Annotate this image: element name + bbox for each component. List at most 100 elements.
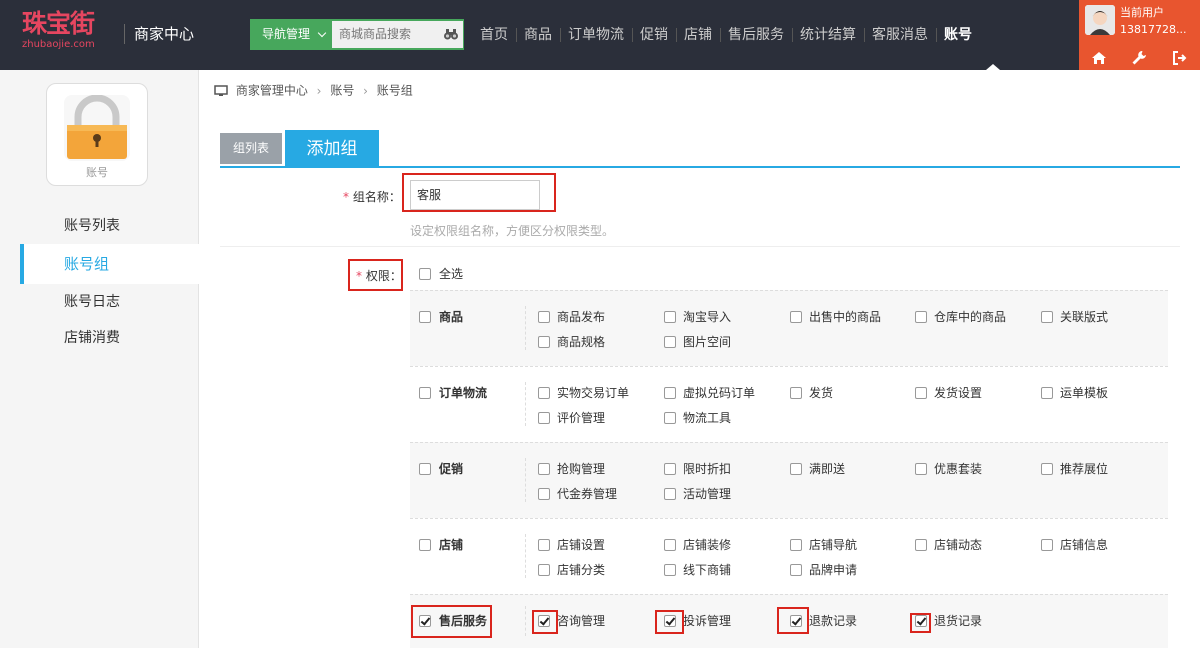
perm-checkbox[interactable] <box>915 463 927 475</box>
monitor-icon <box>214 84 228 96</box>
group-label-store: 店铺 <box>439 538 464 552</box>
perm-label: 推荐展位 <box>1060 462 1109 476</box>
perm-label: 图片空间 <box>683 335 732 349</box>
nav-item-goods[interactable]: 商品 <box>516 0 560 70</box>
perm-checkbox[interactable] <box>790 463 802 475</box>
binoculars-search-icon[interactable] <box>443 26 459 42</box>
nav-manage-label: 导航管理 <box>262 27 311 41</box>
perm-checkbox[interactable] <box>538 387 550 399</box>
divider <box>525 458 526 502</box>
select-all-checkbox[interactable] <box>419 268 431 280</box>
nav-item-service-messages[interactable]: 客服消息 <box>864 0 936 70</box>
perm-label: 物流工具 <box>683 411 732 425</box>
perm-label: 代金券管理 <box>557 487 618 501</box>
perm-checkbox[interactable] <box>538 311 550 323</box>
highlight-box <box>655 610 684 634</box>
sidebar-item-store-spending[interactable]: 店铺消费 <box>20 320 199 356</box>
wrench-icon[interactable] <box>1131 50 1147 66</box>
nav-item-statistics[interactable]: 统计结算 <box>792 0 864 70</box>
perm-checkbox[interactable] <box>538 539 550 551</box>
perm-checkbox[interactable] <box>790 539 802 551</box>
nav-item-store[interactable]: 店铺 <box>676 0 720 70</box>
account-module-label: 账号 <box>86 166 108 179</box>
perm-checkbox[interactable] <box>538 336 550 348</box>
nav-manage-button[interactable]: 导航管理 <box>251 20 331 49</box>
perm-checkbox[interactable] <box>915 311 927 323</box>
perm-checkbox[interactable] <box>790 387 802 399</box>
perm-checkbox[interactable] <box>790 564 802 576</box>
breadcrumb: 商家管理中心 › 账号 › 账号组 <box>214 80 413 100</box>
perm-checkbox[interactable] <box>538 564 550 576</box>
nav-item-home[interactable]: 首页 <box>472 0 516 70</box>
sidebar-item-account-list[interactable]: 账号列表 <box>20 208 199 244</box>
highlight-box <box>411 605 492 638</box>
breadcrumb-separator: › <box>316 83 322 98</box>
nav-item-promotion[interactable]: 促销 <box>632 0 676 70</box>
perm-checkbox[interactable] <box>664 412 676 424</box>
breadcrumb-current: 账号组 <box>376 83 413 98</box>
permission-group-promotion <box>410 442 1168 518</box>
highlight-box <box>532 610 558 634</box>
perm-checkbox[interactable] <box>1041 463 1053 475</box>
padlock-icon <box>64 94 130 161</box>
perm-checkbox[interactable] <box>915 539 927 551</box>
highlight-box <box>777 607 809 634</box>
tab-add-group[interactable]: 添加组 <box>285 130 379 166</box>
perm-label: 店铺设置 <box>557 538 606 552</box>
perm-checkbox[interactable] <box>664 387 676 399</box>
top-bar: 珠宝街 zhubaojie.com 商家中心 导航管理 首页 商品 订单物流 促… <box>0 0 1200 70</box>
perm-checkbox[interactable] <box>664 463 676 475</box>
sidebar-item-account-log[interactable]: 账号日志 <box>20 284 199 320</box>
group-checkbox-store[interactable] <box>419 539 431 551</box>
perm-checkbox[interactable] <box>538 412 550 424</box>
center-title: 商家中心 <box>134 25 195 43</box>
nav-item-after-sales[interactable]: 售后服务 <box>720 0 792 70</box>
perm-label: 实物交易订单 <box>557 386 630 400</box>
perm-checkbox[interactable] <box>664 539 676 551</box>
perm-label: 满即送 <box>809 462 846 476</box>
home-icon[interactable] <box>1091 51 1107 65</box>
tab-group-list[interactable]: 组列表 <box>220 133 282 164</box>
avatar[interactable] <box>1085 5 1115 35</box>
perm-label: 发货设置 <box>934 386 983 400</box>
permission-group-goods <box>410 290 1168 366</box>
logo[interactable]: 珠宝街 zhubaojie.com <box>22 10 106 56</box>
perm-checkbox[interactable] <box>915 387 927 399</box>
highlight-box <box>402 173 556 212</box>
perm-label: 咨询管理 <box>557 614 606 628</box>
perm-checkbox[interactable] <box>538 488 550 500</box>
perm-checkbox[interactable] <box>1041 387 1053 399</box>
perm-label: 发货 <box>809 386 834 400</box>
perm-checkbox[interactable] <box>664 488 676 500</box>
logout-icon[interactable] <box>1172 51 1188 65</box>
perm-checkbox[interactable] <box>1041 539 1053 551</box>
perm-checkbox[interactable] <box>790 311 802 323</box>
perm-checkbox[interactable] <box>538 463 550 475</box>
perm-label: 关联版式 <box>1060 310 1109 324</box>
divider <box>124 24 125 44</box>
group-checkbox-goods[interactable] <box>419 311 431 323</box>
perm-label: 运单模板 <box>1060 386 1109 400</box>
perm-label: 店铺动态 <box>934 538 983 552</box>
perm-checkbox[interactable] <box>664 336 676 348</box>
group-checkbox-promotion[interactable] <box>419 463 431 475</box>
user-panel: 当前用户 13817728... <box>1079 0 1200 70</box>
perm-label: 限时折扣 <box>683 462 732 476</box>
user-phone[interactable]: 13817728... <box>1120 23 1186 37</box>
perm-label: 淘宝导入 <box>683 310 732 324</box>
sidebar-item-account-group[interactable]: 账号组 <box>20 244 199 284</box>
breadcrumb-account[interactable]: 账号 <box>330 84 354 98</box>
nav-item-account[interactable]: 账号 <box>936 0 980 70</box>
group-checkbox-orders[interactable] <box>419 387 431 399</box>
breadcrumb-home[interactable]: 商家管理中心 <box>236 84 308 98</box>
perm-label: 优惠套装 <box>934 462 983 476</box>
perm-checkbox[interactable] <box>664 311 676 323</box>
perm-checkbox[interactable] <box>1041 311 1053 323</box>
perm-label: 商品发布 <box>557 310 606 324</box>
permission-group-store <box>410 518 1168 594</box>
divider <box>525 534 526 578</box>
perm-checkbox[interactable] <box>664 564 676 576</box>
group-label-goods: 商品 <box>439 310 464 324</box>
group-name-label: * 组名称： <box>343 188 401 205</box>
nav-item-orders[interactable]: 订单物流 <box>560 0 632 70</box>
